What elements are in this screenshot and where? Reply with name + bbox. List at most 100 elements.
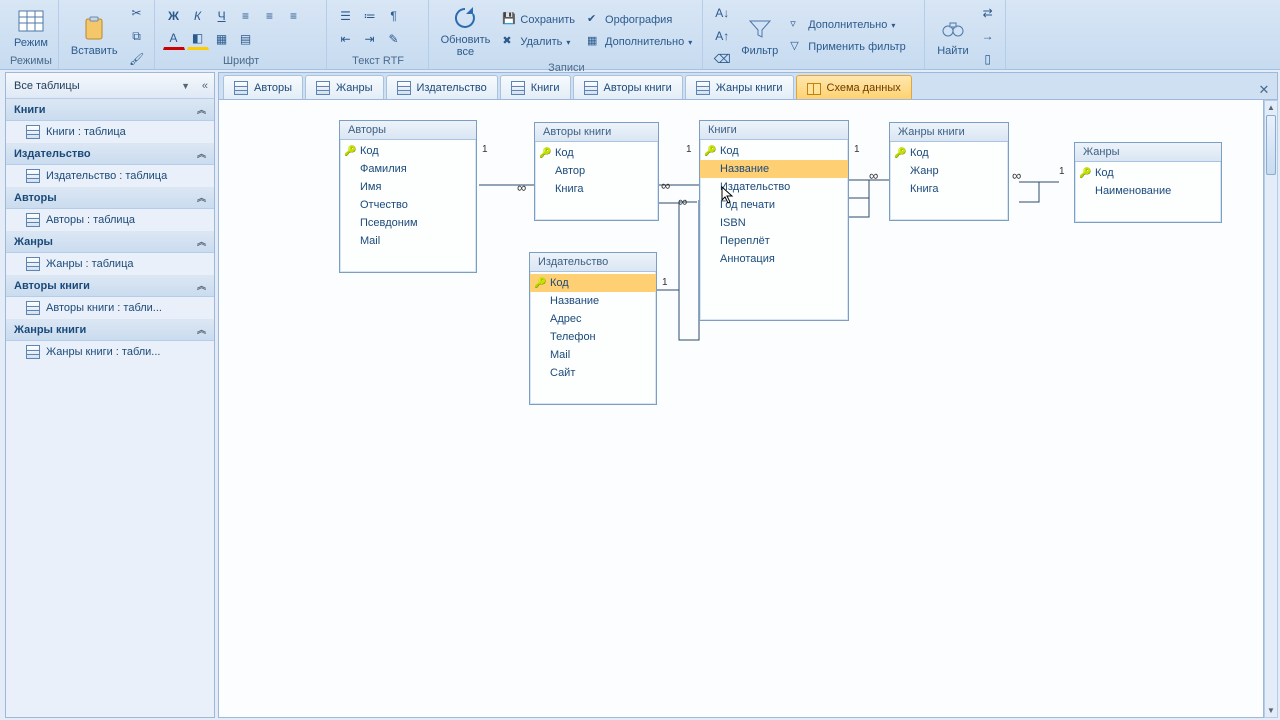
tab-table[interactable]: Книги [500,75,571,99]
altrow-button[interactable]: ▤ [235,28,257,50]
table-zhanryknigi[interactable]: Жанры книги КодЖанрКнига [889,122,1009,221]
table-field[interactable]: Телефон [530,328,656,346]
filter-button[interactable]: Фильтр [737,13,782,59]
tab-table[interactable]: Жанры [305,75,384,99]
table-field[interactable]: Код [530,274,656,292]
italic-button[interactable]: К [187,5,209,27]
scroll-up-button[interactable]: ▲ [1265,101,1277,114]
bold-button[interactable]: Ж [163,5,185,27]
refresh-all-button[interactable]: Обновить все [437,2,495,60]
table-knigi[interactable]: Книги КодНазваниеИздательствоГод печатиI… [699,120,849,321]
table-zhanry[interactable]: Жанры КодНаименование [1074,142,1222,223]
table-field[interactable]: Адрес [530,310,656,328]
table-title[interactable]: Жанры [1075,143,1221,162]
table-title[interactable]: Жанры книги [890,123,1008,142]
sort-desc-button[interactable]: A↑ [711,25,733,47]
nav-section-header[interactable]: Авторы︽ [6,187,214,209]
table-field[interactable]: Год печати [700,196,848,214]
relationships-canvas[interactable]: Авторы КодФамилияИмяОтчествоПсевдонимMai… [218,100,1264,718]
align-center-button[interactable]: ≡ [259,5,281,27]
view-button[interactable]: Режим [10,5,52,51]
nav-section-header[interactable]: Книги︽ [6,99,214,121]
table-field[interactable]: Название [530,292,656,310]
bullets-button[interactable]: ☰ [335,5,357,27]
table-field[interactable]: Фамилия [340,160,476,178]
advanced-filter-button[interactable]: ▿Дополнительно▾ [786,15,910,35]
spellcheck-button[interactable]: ✔Орфография [583,10,696,30]
sort-asc-button[interactable]: A↓ [711,2,733,24]
table-field[interactable]: Mail [340,232,476,250]
vertical-scrollbar[interactable]: ▲ ▼ [1264,100,1278,718]
nav-item[interactable]: Авторы : таблица [6,209,214,231]
tab-table[interactable]: Авторы книги [573,75,683,99]
paste-button[interactable]: Вставить [67,13,122,59]
tab-table[interactable]: Издательство [386,75,498,99]
select-button[interactable]: ▯ [977,48,999,70]
table-field[interactable]: Автор [535,162,658,180]
table-field[interactable]: Отчество [340,196,476,214]
table-field[interactable]: Название [700,160,848,178]
save-button[interactable]: 💾Сохранить [498,10,579,30]
nav-section-header[interactable]: Жанры книги︽ [6,319,214,341]
copy-button[interactable]: ⧉ [126,25,148,47]
gridlines-button[interactable]: ▦ [211,28,233,50]
highlight-button[interactable]: ✎ [383,28,405,50]
nav-item[interactable]: Книги : таблица [6,121,214,143]
table-field[interactable]: Книга [890,180,1008,198]
nav-section-header[interactable]: Жанры︽ [6,231,214,253]
table-avtory[interactable]: Авторы КодФамилияИмяОтчествоПсевдонимMai… [339,120,477,273]
table-field[interactable]: Код [535,144,658,162]
table-field[interactable]: Mail [530,346,656,364]
goto-button[interactable]: → [977,25,999,47]
table-field[interactable]: Издательство [700,178,848,196]
tab-relationships[interactable]: Схема данных [796,75,912,99]
table-izdatelstvo[interactable]: Издательство КодНазваниеАдресТелефонMail… [529,252,657,405]
table-field[interactable]: ISBN [700,214,848,232]
tab-table[interactable]: Авторы [223,75,303,99]
ltr-button[interactable]: ¶ [383,5,405,27]
table-field[interactable]: Код [700,142,848,160]
format-painter-button[interactable]: 🖌 [126,48,148,70]
nav-section-header[interactable]: Издательство︽ [6,143,214,165]
fill-color-button[interactable]: ◧ [187,28,209,50]
table-field[interactable]: Код [340,142,476,160]
table-field[interactable]: Книга [535,180,658,198]
nav-item[interactable]: Жанры : таблица [6,253,214,275]
nav-item[interactable]: Издательство : таблица [6,165,214,187]
table-field[interactable]: Имя [340,178,476,196]
nav-item[interactable]: Авторы книги : табли... [6,297,214,319]
apply-filter-button[interactable]: ▽Применить фильтр [786,37,910,57]
nav-section-header[interactable]: Авторы книги︽ [6,275,214,297]
clear-sort-button[interactable]: ⌫ [711,48,733,70]
collapse-nav-button[interactable]: « [202,80,208,92]
tab-table[interactable]: Жанры книги [685,75,794,99]
scroll-down-button[interactable]: ▼ [1265,704,1277,717]
delete-button[interactable]: ✖Удалить▾ [498,32,579,52]
table-title[interactable]: Издательство [530,253,656,272]
align-right-button[interactable]: ≡ [283,5,305,27]
table-field[interactable]: Аннотация [700,250,848,268]
align-left-button[interactable]: ≡ [235,5,257,27]
table-field[interactable]: Код [890,144,1008,162]
table-field[interactable]: Код [1075,164,1221,182]
numbering-button[interactable]: ≔ [359,5,381,27]
cut-button[interactable]: ✂ [126,2,148,24]
table-avtoryknigi[interactable]: Авторы книги КодАвторКнига [534,122,659,221]
more-button[interactable]: ▦Дополнительно▾ [583,32,696,52]
indent-button[interactable]: ⇥ [359,28,381,50]
find-button[interactable]: Найти [933,13,972,59]
scroll-thumb[interactable] [1266,115,1276,175]
replace-button[interactable]: ⇄ [977,2,999,24]
close-tab-button[interactable]: ✕ [1255,81,1273,99]
table-field[interactable]: Жанр [890,162,1008,180]
table-field[interactable]: Псевдоним [340,214,476,232]
table-field[interactable]: Наименование [1075,182,1221,200]
font-color-button[interactable]: A [163,28,185,50]
outdent-button[interactable]: ⇤ [335,28,357,50]
table-field[interactable]: Переплёт [700,232,848,250]
underline-button[interactable]: Ч [211,5,233,27]
table-title[interactable]: Авторы книги [535,123,658,142]
table-title[interactable]: Авторы [340,121,476,140]
table-title[interactable]: Книги [700,121,848,140]
table-field[interactable]: Сайт [530,364,656,382]
